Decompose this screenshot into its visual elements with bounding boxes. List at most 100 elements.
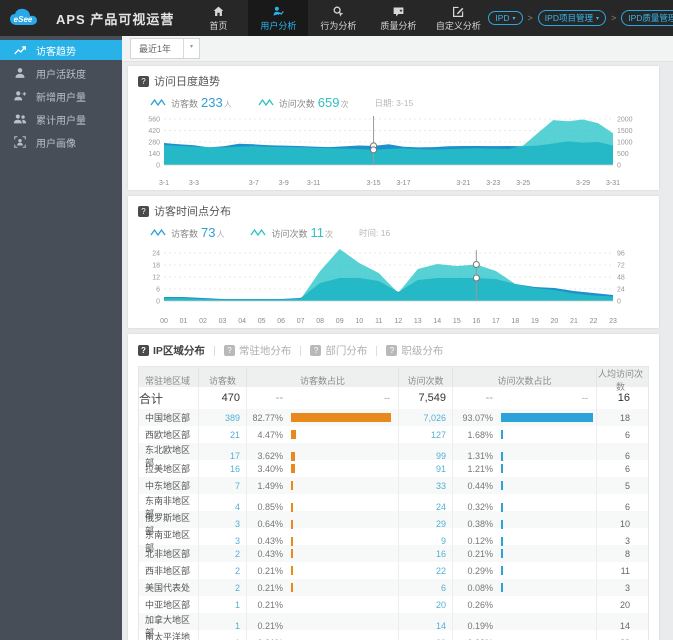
- daily-trend-chart[interactable]: 0 0 140 500 280 1000 420 1500 560 2000 3-1 3-3 3-7 3-…: [138, 113, 643, 187]
- visitors-bar: [291, 549, 293, 558]
- visits-bar-cell: [497, 460, 597, 477]
- time-range-select[interactable]: 最近1年 ▾: [130, 38, 201, 59]
- visits-bar: [501, 464, 503, 473]
- visits-pct: 1.21%: [467, 463, 493, 474]
- daily-trend-card: ? 访问日度趋势 访客数 233 人 访问次数 659 次 日期: 3-15 0…: [128, 66, 659, 190]
- visitors-count[interactable]: 1: [199, 630, 247, 640]
- brand: eSee APS 产品可视运营: [0, 0, 174, 36]
- nav-item-quality-analysis[interactable]: 质量分析: [368, 0, 428, 36]
- visitors-count[interactable]: 2: [199, 545, 247, 562]
- help-icon[interactable]: ?: [138, 75, 149, 87]
- hourly-distribution-chart[interactable]: 0 06 2412 4818 7224 9600 01 02 03 04 05 06 07 08 09 10 1…: [138, 243, 643, 325]
- visits-count[interactable]: 22: [399, 562, 453, 579]
- visitors-count[interactable]: 21: [199, 426, 247, 443]
- visits-pct: 0.19%: [467, 621, 493, 631]
- main-nav: 首页 用户分析 行为分析 质量分析 自定义分析: [188, 0, 488, 36]
- tab-separator: [376, 345, 378, 356]
- svg-text:06: 06: [277, 318, 285, 325]
- visits-bar-cell: [497, 562, 597, 579]
- chevron-down-icon[interactable]: ▾: [184, 39, 199, 58]
- svg-text:0: 0: [156, 163, 160, 170]
- sidebar: 访客趋势 用户活跃度 新增用户量 累计用户量 用户画像: [0, 36, 122, 640]
- svg-text:0: 0: [617, 163, 621, 170]
- visitors-bar: [291, 430, 296, 439]
- blue-zigzag-icon: [150, 98, 166, 107]
- visits-count[interactable]: 33: [399, 477, 453, 494]
- visits-count[interactable]: 20: [399, 596, 453, 613]
- region-name: 北非地区部: [139, 545, 199, 562]
- tab-department[interactable]: ? 部门分布: [310, 343, 367, 358]
- visits-count[interactable]: 6: [399, 579, 453, 596]
- visits-pct: 0.08%: [467, 582, 493, 593]
- visitors-bar-cell: [287, 477, 399, 494]
- main-content: 最近1年 ▾ ? 访问日度趋势 访客数 233 人 访问次数 659 次 日期:…: [122, 36, 673, 640]
- svg-text:04: 04: [238, 318, 246, 325]
- visitors-count[interactable]: 2: [199, 579, 247, 596]
- region-table: 常驻地区域 访客数 访客数占比 访问次数 访问次数占比 人均访问次数 合计 47…: [138, 366, 649, 640]
- visits-count[interactable]: 7,026: [399, 409, 453, 426]
- sidebar-item-new-users[interactable]: 新增用户量: [0, 86, 122, 106]
- visitors-count[interactable]: 2: [199, 562, 247, 579]
- visits-count[interactable]: 29: [399, 630, 453, 640]
- svg-text:1500: 1500: [617, 128, 633, 135]
- visitors-count[interactable]: 389: [199, 409, 247, 426]
- tab-residence[interactable]: ? 常驻地分布: [223, 343, 291, 358]
- table-row: 西欧地区部 21 4.47% 127 1.68% 6: [139, 426, 648, 443]
- hourly-distribution-card: ? 访客时间点分布 访客数 73 人 访问次数 11 次 时间: 16 006: [128, 196, 659, 328]
- visits-bar: [501, 583, 503, 592]
- breadcrumb-separator: >: [610, 13, 617, 23]
- visitors-pct: 0.64%: [257, 519, 283, 529]
- help-icon: ?: [386, 345, 398, 356]
- visitors-count[interactable]: 1: [199, 596, 247, 613]
- visits-pct: 0.26%: [467, 599, 493, 610]
- visits-bar: [501, 481, 503, 490]
- sidebar-item-user-portrait[interactable]: 用户画像: [0, 132, 122, 152]
- visits-bar-cell: [497, 545, 597, 562]
- nav-item-home[interactable]: 首页: [188, 0, 248, 36]
- tab-ip-region[interactable]: ? IP区域分布: [138, 343, 205, 358]
- region-name: 南太平洋地区部: [139, 630, 199, 640]
- nav-item-custom-analysis[interactable]: 自定义分析: [428, 0, 488, 36]
- help-icon[interactable]: ?: [138, 205, 149, 217]
- visits-bar-cell: [497, 579, 597, 596]
- per-capita-visits: 10: [619, 519, 630, 529]
- visits-count[interactable]: 127: [399, 426, 453, 443]
- visitors-pct: 0.21%: [257, 565, 283, 576]
- visitors-count[interactable]: 7: [199, 477, 247, 494]
- visits-pct: 0.21%: [467, 548, 493, 559]
- per-capita-visits: 8: [624, 548, 630, 559]
- svg-text:280: 280: [148, 140, 160, 147]
- visits-count[interactable]: 16: [399, 545, 453, 562]
- distribution-tabs: ? IP区域分布 ? 常驻地分布 ? 部门分布 ? 职级分布: [138, 341, 649, 366]
- visitors-pct: 0.43%: [257, 536, 283, 546]
- visits-count[interactable]: 91: [399, 460, 453, 477]
- sidebar-item-total-users[interactable]: 累计用户量: [0, 109, 122, 129]
- nav-item-behavior-analysis[interactable]: 行为分析: [308, 0, 368, 36]
- sidebar-item-visitor-trend[interactable]: 访客趋势: [0, 40, 122, 60]
- visitors-pct: 0.43%: [257, 548, 283, 559]
- svg-text:1000: 1000: [617, 140, 633, 147]
- svg-text:05: 05: [258, 318, 266, 325]
- region-table-card: ? IP区域分布 ? 常驻地分布 ? 部门分布 ? 职级分布 常驻地区域 访客数 访客数…: [128, 334, 659, 640]
- svg-text:15: 15: [453, 318, 461, 325]
- per-capita-visits: 6: [624, 451, 630, 461]
- nav-item-user-analysis[interactable]: 用户分析: [248, 0, 309, 36]
- table-row: 东南非地区部 4 0.85% 24 0.32% 6: [139, 494, 648, 520]
- breadcrumb-ipd-project[interactable]: IPD项目管理 ▾: [537, 10, 606, 26]
- table-row: 加拿大地区部 1 0.21% 14 0.19% 14: [139, 613, 648, 639]
- visitors-bar-cell: [287, 630, 399, 640]
- per-capita-visits: 18: [619, 412, 630, 423]
- sidebar-item-user-activity[interactable]: 用户活跃度: [0, 63, 122, 83]
- per-capita-visits: 3: [624, 582, 630, 593]
- breadcrumb-ipd[interactable]: IPD ▾: [488, 11, 523, 25]
- quality-analysis-icon: [393, 6, 404, 16]
- visitors-count[interactable]: 16: [199, 460, 247, 477]
- table-row: 中亚地区部 1 0.21% 20 0.26% 20: [139, 596, 648, 613]
- visitors-bar: [291, 566, 293, 575]
- tab-rank[interactable]: ? 职级分布: [386, 343, 443, 358]
- trend-icon: [14, 46, 26, 55]
- svg-text:3-1: 3-1: [159, 180, 169, 187]
- svg-text:21: 21: [570, 318, 578, 325]
- breadcrumb-ipd-quality[interactable]: IPD质量管理▾×: [621, 10, 673, 26]
- per-capita-visits: 6: [624, 463, 630, 474]
